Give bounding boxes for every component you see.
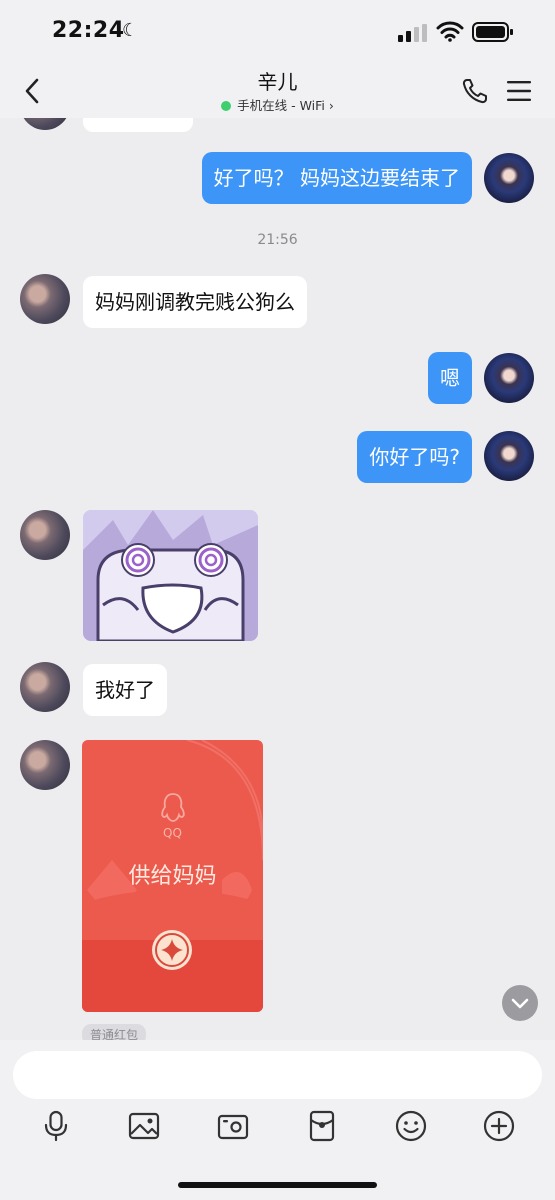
sticker-image[interactable] xyxy=(83,510,258,641)
message-bubble-out[interactable]: 嗯 xyxy=(428,352,472,404)
menu-icon[interactable] xyxy=(504,76,534,106)
moon-icon: ☾ xyxy=(122,20,139,41)
message-bubble-out[interactable]: 好了吗？ 妈妈这边要结束了 xyxy=(201,152,472,204)
red-packet-icon[interactable] xyxy=(304,1108,340,1144)
phone-icon[interactable] xyxy=(460,76,490,106)
contact-avatar[interactable] xyxy=(20,118,70,130)
battery-icon xyxy=(472,22,513,42)
home-indicator[interactable] xyxy=(178,1182,377,1188)
plus-icon[interactable] xyxy=(481,1108,517,1144)
qq-penguin-icon xyxy=(161,793,185,822)
red-packet-brand: QQ xyxy=(163,826,182,840)
message-input[interactable] xyxy=(13,1051,542,1099)
wifi-icon xyxy=(436,21,464,42)
online-status-text: 手机在线 - WiFi xyxy=(237,98,325,113)
contact-avatar[interactable] xyxy=(20,510,70,560)
self-avatar[interactable] xyxy=(484,153,534,203)
scroll-down-button[interactable] xyxy=(502,985,538,1021)
message-bubble-partial[interactable] xyxy=(83,118,193,132)
message-bubble-in[interactable]: 妈妈刚调教完贱公狗么 xyxy=(83,276,307,328)
mic-icon[interactable] xyxy=(38,1108,74,1144)
red-packet-coin-icon xyxy=(152,930,192,970)
message-bubble-out[interactable]: 你好了吗? xyxy=(357,431,472,483)
online-dot-icon xyxy=(221,101,232,111)
chat-area[interactable]: 好了吗？ 妈妈这边要结束了 21:56 妈妈刚调教完贱公狗么 嗯 你好了吗? 我… xyxy=(0,118,555,1040)
timestamp: 21:56 xyxy=(257,232,298,248)
red-packet-greeting: 供给妈妈 xyxy=(128,864,217,889)
signal-icon xyxy=(398,24,427,42)
self-avatar[interactable] xyxy=(484,353,534,403)
contact-avatar[interactable] xyxy=(20,274,70,324)
message-bubble-in[interactable]: 我好了 xyxy=(83,664,167,716)
contact-avatar[interactable] xyxy=(20,740,70,790)
red-packet-card[interactable]: QQ 供给妈妈 xyxy=(82,740,263,1012)
self-avatar[interactable] xyxy=(484,431,534,481)
emoji-icon[interactable] xyxy=(393,1108,429,1144)
status-time: 22:24 xyxy=(52,18,125,43)
chevron-right-icon: › xyxy=(324,98,334,113)
image-icon[interactable] xyxy=(126,1108,162,1144)
red-packet-tag: 普通红包 xyxy=(82,1024,147,1040)
sticker-illustration xyxy=(83,510,258,641)
chevron-down-icon xyxy=(511,998,529,1009)
contact-avatar[interactable] xyxy=(20,662,70,712)
camera-icon[interactable] xyxy=(215,1108,251,1144)
coin-icon xyxy=(155,933,189,967)
